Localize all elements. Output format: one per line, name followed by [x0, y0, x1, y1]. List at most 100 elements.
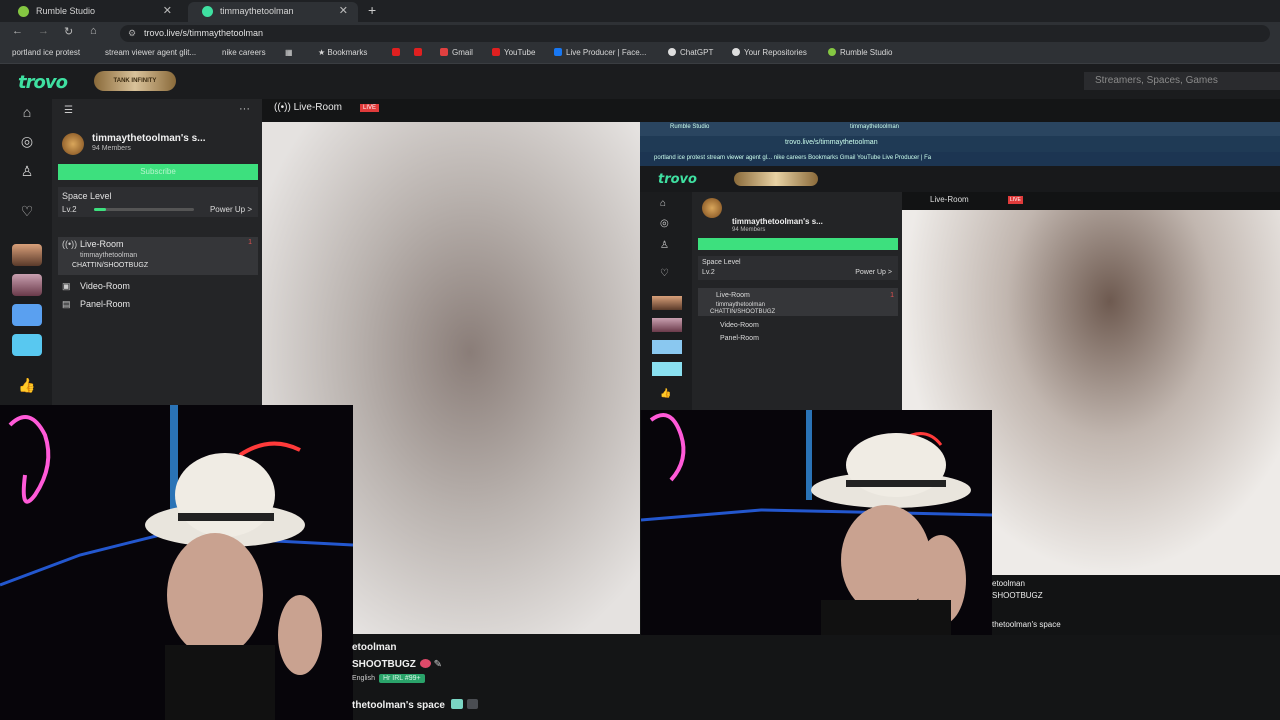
- space-avatar: [652, 318, 682, 332]
- webcam-image: [641, 410, 992, 635]
- star-icon: ★: [318, 48, 328, 57]
- tab-rumble-studio[interactable]: Rumble Studio ✕: [4, 2, 182, 22]
- close-tab-icon[interactable]: ✕: [339, 2, 348, 20]
- bookmark-item[interactable]: Rumble Studio: [828, 48, 892, 57]
- room-label: Live-Room: [80, 239, 124, 249]
- video-icon: ▣: [62, 281, 71, 291]
- space-avatar: [652, 296, 682, 310]
- youtube-icon[interactable]: [392, 48, 404, 57]
- room-video[interactable]: ▣ Video-Room: [58, 279, 258, 295]
- space-link[interactable]: thetoolman's space: [352, 699, 478, 711]
- facebook-icon: [554, 48, 562, 56]
- github-icon: [732, 48, 740, 56]
- space-avatar[interactable]: [12, 244, 42, 266]
- promo-banner[interactable]: TANK INFINITY: [94, 71, 176, 91]
- bookmark-item[interactable]: Your Repositories: [732, 48, 807, 57]
- category-tag[interactable]: Hr IRL #99+: [378, 674, 425, 683]
- viewer-count: 1: [890, 292, 894, 299]
- reload-icon[interactable]: ↻: [64, 25, 73, 38]
- edit-icon[interactable]: ✎: [434, 659, 442, 670]
- new-tab-button[interactable]: +: [368, 2, 376, 18]
- space-level: Space Level Lv.2 Power Up >: [58, 187, 258, 217]
- room-label: Video-Room: [720, 322, 759, 329]
- back-icon[interactable]: ←: [12, 25, 23, 37]
- space-name: timmaythetoolman's s...: [92, 133, 206, 144]
- language-tag[interactable]: English: [352, 675, 375, 682]
- inner-tab: Rumble Studio: [670, 124, 710, 130]
- close-tab-icon[interactable]: ✕: [163, 2, 172, 20]
- power-up-link[interactable]: Power Up >: [210, 205, 252, 214]
- bookmark-item[interactable]: Gmail: [440, 48, 473, 57]
- bookmark-item[interactable]: YouTube: [492, 48, 535, 57]
- trovo-icon: [202, 6, 213, 17]
- trovo-header: trovo TANK INFINITY Streamers, Spaces, G…: [0, 64, 1280, 99]
- browser-tab-bar: Rumble Studio ✕ timmaythetoolman ✕ +: [0, 0, 1280, 22]
- bookmark-item[interactable]: ChatGPT: [668, 48, 713, 57]
- stream-title: SHOOTBUGZ ✎: [352, 659, 443, 670]
- room-label: Live-Room: [716, 292, 750, 299]
- rumble-icon: [828, 48, 836, 56]
- search-input[interactable]: Streamers, Spaces, Games: [1084, 72, 1280, 90]
- channel-name: etoolman: [992, 579, 1025, 588]
- inner-sidebar: timmaythetoolman's s... 94 Members Space…: [692, 192, 902, 410]
- bookmarks-bar: portland ice protest stream viewer agent…: [0, 44, 1280, 64]
- apps-grid-icon[interactable]: ▦: [285, 48, 293, 57]
- room-live[interactable]: ((•)) Live-Room 1 timmaythetoolman CHATT…: [58, 237, 258, 275]
- avatar: [62, 133, 84, 155]
- explore-icon[interactable]: ◎: [18, 133, 36, 149]
- room-host: timmaythetoolman: [80, 252, 138, 259]
- url-field[interactable]: ⚙ trovo.live/s/timmaythetoolman: [120, 25, 1270, 42]
- inner-address-bar: trovo.live/s/timmaythetoolman: [640, 136, 1280, 152]
- room-panel[interactable]: ▤ Panel-Room: [58, 297, 258, 313]
- site-info-icon[interactable]: ⚙: [128, 25, 136, 42]
- url-text: trovo.live/s/timmaythetoolman: [144, 28, 264, 38]
- subscribe-button[interactable]: Subscribe: [58, 164, 258, 180]
- home-icon: ⌂: [660, 198, 667, 209]
- home-icon[interactable]: ⌂: [90, 25, 97, 37]
- trovo-logo[interactable]: trovo: [18, 72, 68, 93]
- bookmark-item[interactable]: portland ice protest: [12, 48, 80, 57]
- chatgpt-icon: [668, 48, 676, 56]
- forward-icon[interactable]: →: [38, 25, 49, 37]
- channel-name[interactable]: etoolman: [352, 642, 396, 653]
- panel-icon: ▤: [62, 299, 71, 309]
- bookmark-item[interactable]: nike careers: [222, 48, 266, 57]
- thumbs-up-icon[interactable]: 👍: [18, 377, 36, 393]
- viewer-count: 1: [248, 239, 252, 246]
- following-icon[interactable]: ♙: [18, 163, 36, 179]
- youtube-icon[interactable]: [414, 48, 426, 57]
- tab-trovo[interactable]: timmaythetoolman ✕: [188, 2, 358, 22]
- tab-label: timmaythetoolman: [220, 6, 294, 16]
- bookmark-item[interactable]: Live Producer | Face...: [554, 48, 646, 57]
- bookmark-item[interactable]: stream viewer agent glit...: [105, 48, 196, 57]
- promo-banner: [734, 172, 818, 186]
- space-avatar[interactable]: [12, 304, 42, 326]
- collapse-icon[interactable]: ☰: [64, 105, 73, 116]
- tab-label: Rumble Studio: [36, 6, 96, 16]
- room-label: Panel-Room: [720, 335, 759, 342]
- following-icon: ♙: [660, 240, 669, 251]
- badge-icon: [450, 699, 463, 709]
- inner-tab: timmaythetoolman: [850, 124, 900, 130]
- space-owner[interactable]: timmaythetoolman's s... 94 Members: [60, 133, 254, 155]
- broadcast-icon: ((•)): [274, 102, 294, 113]
- avatar: [702, 198, 722, 218]
- room-title: Live-Room: [930, 195, 969, 204]
- heart-icon[interactable]: ♡: [18, 203, 36, 219]
- webcam-image: [0, 405, 353, 720]
- subscribe-button: [698, 238, 898, 250]
- space-avatar: [652, 362, 682, 376]
- space-name: timmaythetoolman's s...: [732, 217, 823, 226]
- member-count: 94 Members: [92, 145, 131, 152]
- level-value: Lv.2: [62, 205, 77, 214]
- inner-bookmarks: portland ice protest stream viewer agent…: [640, 152, 1280, 166]
- space-avatar[interactable]: [12, 274, 42, 296]
- webcam-overlay: [0, 405, 353, 720]
- emote-icon: [419, 659, 431, 668]
- room-title: ((•)) Live-Room: [274, 102, 342, 113]
- bookmark-folder[interactable]: ★ Bookmarks: [318, 48, 367, 57]
- more-icon[interactable]: ···: [239, 103, 250, 115]
- thumbs-up-icon: 👍: [660, 388, 672, 398]
- space-avatar[interactable]: [12, 334, 42, 356]
- home-icon[interactable]: ⌂: [18, 104, 36, 120]
